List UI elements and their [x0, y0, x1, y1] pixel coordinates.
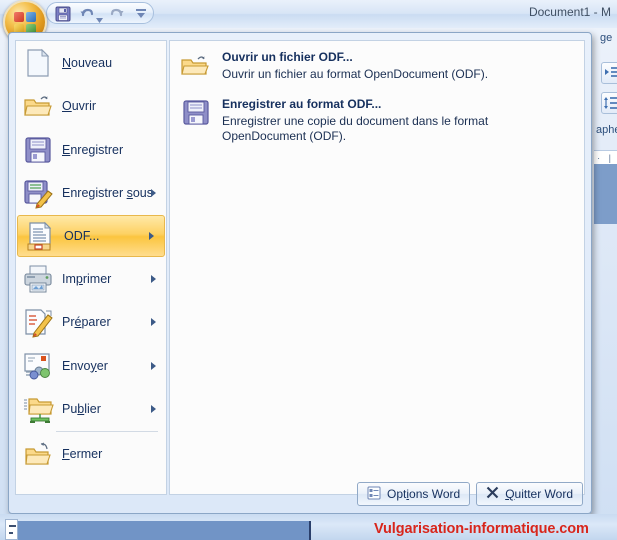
odf-document-icon: [24, 220, 56, 252]
quit-word-label: Quitter Word: [505, 487, 573, 501]
odf-open-description: Ouvrir un fichier au format OpenDocument…: [222, 67, 489, 81]
application-window: Document1 - M ge aph · | Nouveau Ouvrir …: [0, 0, 617, 540]
menu-item-label: Ouvrir: [62, 99, 97, 114]
open-folder-icon: [180, 49, 212, 81]
undo-dropdown-icon[interactable]: [96, 12, 103, 23]
line-spacing-icon[interactable]: [601, 92, 617, 114]
close-folder-icon: [22, 438, 54, 470]
menu-item-label: Enregistrer sous: [62, 186, 154, 201]
odf-save-title: Enregistrer au format ODF...: [222, 97, 382, 111]
menu-item-label: Enregistrer: [62, 142, 124, 157]
quit-word-button[interactable]: Quitter Word: [476, 482, 583, 506]
prepare-icon: [22, 306, 54, 338]
open-folder-icon: [22, 90, 54, 122]
send-icon: [22, 350, 54, 382]
menu-item-label: Fermer: [62, 446, 103, 461]
dash-icon: [9, 525, 16, 527]
menu-item-label: Publier: [62, 402, 101, 417]
window-title: Document1 - M: [528, 5, 611, 19]
menu-item-label: ODF...: [64, 229, 100, 243]
menu-item-ouvrir[interactable]: Ouvrir: [16, 85, 166, 129]
menu-item-label: Préparer: [62, 315, 111, 330]
word-options-button[interactable]: Options Word: [357, 482, 471, 506]
dash-icon: [9, 532, 13, 534]
submenu-arrow-icon: [149, 232, 154, 240]
menu-item-odf[interactable]: ODF...: [17, 215, 165, 257]
close-icon: [486, 486, 499, 502]
file-menu-list: Nouveau Ouvrir Enregistrer Enregistrer s…: [15, 40, 167, 495]
indent-icon[interactable]: [601, 62, 617, 84]
quick-access-toolbar: [46, 2, 154, 24]
orb-quadrant-red: [14, 12, 24, 22]
odf-open-entry[interactable]: Ouvrir un fichier ODF... Ouvrir un fichi…: [180, 49, 574, 82]
submenu-arrow-icon: [151, 361, 156, 370]
save-as-icon: [22, 177, 54, 209]
submenu-arrow-icon: [151, 274, 156, 283]
menu-item-nouveau[interactable]: Nouveau: [16, 41, 166, 85]
menu-item-preparer[interactable]: Préparer: [16, 301, 166, 345]
menu-item-imprimer[interactable]: Imprimer: [16, 257, 166, 301]
save-icon[interactable]: [55, 6, 71, 22]
menu-item-publier[interactable]: Publier: [16, 388, 166, 432]
odf-open-title: Ouvrir un fichier ODF...: [222, 50, 353, 64]
undo-icon[interactable]: [79, 6, 95, 22]
watermark-text: Vulgarisation-informatique.com: [374, 521, 589, 537]
word-options-label: Options Word: [387, 487, 461, 501]
submenu-arrow-icon: [151, 189, 156, 198]
menu-item-enregistrer[interactable]: Enregistrer: [16, 128, 166, 172]
document-page-area: [594, 164, 617, 224]
printer-icon: [22, 263, 54, 295]
odf-panel: Ouvrir un fichier ODF... Ouvrir un fichi…: [169, 40, 585, 495]
redo-icon[interactable]: [109, 6, 125, 22]
odf-open-text: Ouvrir un fichier ODF... Ouvrir un fichi…: [222, 49, 488, 82]
new-document-icon: [22, 47, 54, 79]
menu-item-label: Envoyer: [62, 358, 108, 373]
orb-quadrant-blue: [26, 12, 36, 22]
submenu-arrow-icon: [151, 318, 156, 327]
ribbon-group-label: aphe: [596, 124, 617, 136]
odf-save-description: Enregistrer une copie du document dans l…: [222, 114, 489, 143]
menu-item-envoyer[interactable]: Envoyer: [16, 344, 166, 388]
submenu-arrow-icon: [151, 405, 156, 414]
menu-item-label: Imprimer: [62, 271, 112, 286]
menu-footer: Options Word Quitter Word: [357, 482, 583, 506]
odf-save-entry[interactable]: Enregistrer au format ODF... Enregistrer…: [180, 96, 574, 144]
menu-item-fermer[interactable]: Fermer: [16, 432, 166, 476]
save-floppy-icon: [180, 96, 212, 128]
menu-item-label: Nouveau: [62, 55, 113, 70]
publish-icon: [22, 393, 54, 425]
save-floppy-icon: [22, 134, 54, 166]
menu-item-enregistrer-sous[interactable]: Enregistrer sous: [16, 172, 166, 216]
file-menu-popup: Nouveau Ouvrir Enregistrer Enregistrer s…: [8, 32, 592, 514]
customize-icon[interactable]: [135, 7, 147, 21]
status-bar-segment: [18, 521, 311, 540]
ribbon-tab-label[interactable]: ge: [600, 32, 612, 44]
options-icon: [367, 486, 381, 503]
view-toggle-box[interactable]: [5, 519, 18, 540]
odf-save-text: Enregistrer au format ODF... Enregistrer…: [222, 96, 574, 144]
